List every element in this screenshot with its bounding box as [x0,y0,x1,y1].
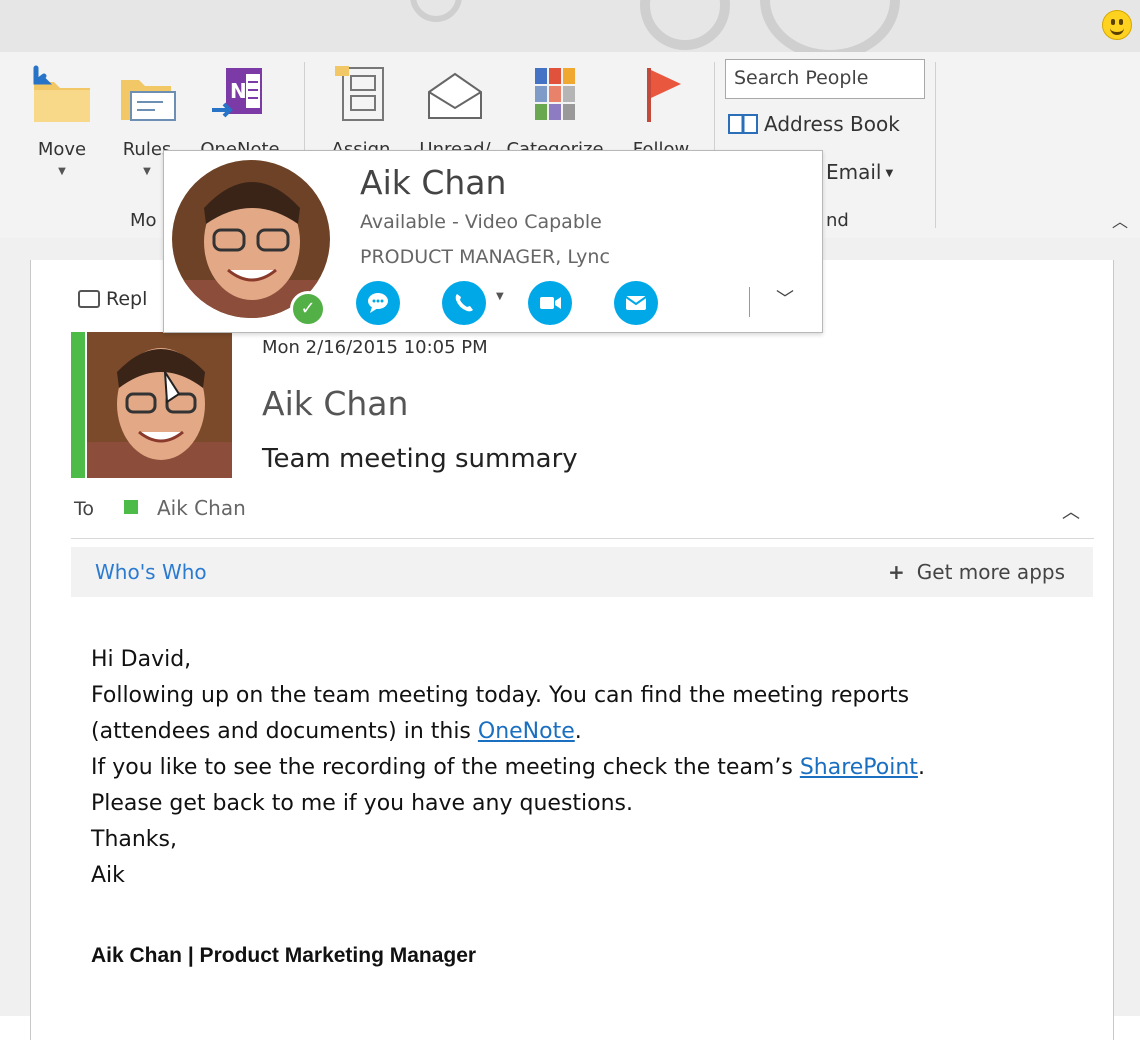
chat-bubble-icon [368,293,388,313]
move-group-label: Mo [130,210,157,231]
background-decoration [760,0,900,52]
feedback-smiley-icon[interactable] [1102,10,1132,40]
im-button[interactable] [356,281,400,325]
card-separator [749,287,750,317]
email-button[interactable] [614,281,658,325]
title-bar [0,0,1140,52]
background-decoration [640,0,730,50]
phone-icon [455,294,473,312]
flag-icon [647,68,681,122]
call-options-dropdown-arrow[interactable]: ▼ [496,291,504,302]
assign-policy-button[interactable]: Assign [316,62,406,160]
expand-card-chevron-down-icon[interactable]: ﹀ [776,285,794,311]
get-more-apps-button[interactable]: + Get more apps [888,560,1065,584]
plus-icon: + [888,560,905,584]
contact-job-title: PRODUCT MANAGER, Lync [360,246,610,268]
sender-photo[interactable] [87,332,232,478]
envelope-open-icon [428,72,482,119]
sender-photo-frame[interactable] [71,332,232,478]
background-decoration [410,0,462,22]
to-label: To [74,498,95,520]
contact-status: Available - Video Capable [360,211,602,233]
reply-icon [78,290,100,308]
sender-name[interactable]: Aik Chan [262,384,408,423]
onenote-button[interactable]: N OneNote [190,62,290,160]
call-button[interactable] [442,281,486,325]
move-dropdown-arrow[interactable]: ▼ [26,166,98,177]
sharepoint-link[interactable]: SharePoint [800,755,918,780]
find-group-label: nd [826,210,849,231]
ribbon-separator [935,62,936,228]
presence-indicator-bar [71,332,85,478]
move-button[interactable]: Move ▼ [26,62,98,177]
message-body: Hi David, Following up on the team meeti… [91,647,925,888]
envelope-icon [625,296,647,310]
signature: Aik Chan | Product Marketing Manager [91,944,477,967]
recipient-name[interactable]: Aik Chan [157,496,246,520]
onenote-link[interactable]: OneNote [478,719,575,744]
contact-name: Aik Chan [360,163,507,202]
follow-up-button[interactable]: Follow [616,62,706,160]
address-book-button[interactable]: Address Book [728,112,900,136]
rules-icon [121,80,176,121]
collapse-ribbon-chevron-up-icon[interactable]: ︿ [1112,208,1128,232]
categorize-icon [535,68,575,120]
categorize-button[interactable]: Categorize [500,62,610,160]
address-book-icon [728,114,758,134]
assign-policy-icon [335,66,384,121]
whos-who-app-link[interactable]: Who's Who [95,560,207,584]
recipient-presence-icon [124,500,138,514]
header-divider [71,538,1094,539]
contact-card: ✓ Aik Chan Available - Video Capable PRO… [163,150,823,333]
message-subject: Team meeting summary [262,444,578,474]
svg-text:N: N [230,79,247,103]
video-camera-icon [540,297,561,309]
unread-read-button[interactable]: Unread/ [410,62,500,160]
filter-email-button[interactable]: Email ▼ [826,160,893,184]
available-presence-check-icon: ✓ [290,291,326,327]
onenote-icon: N [212,68,262,118]
collapse-header-chevron-up-icon[interactable]: ︿ [1062,498,1080,524]
move-folder-icon [33,65,90,122]
search-people-input[interactable]: Search People [725,59,925,99]
video-call-button[interactable] [528,281,572,325]
reply-button[interactable]: Repl [78,288,147,310]
message-date: Mon 2/16/2015 10:05 PM [262,337,488,358]
